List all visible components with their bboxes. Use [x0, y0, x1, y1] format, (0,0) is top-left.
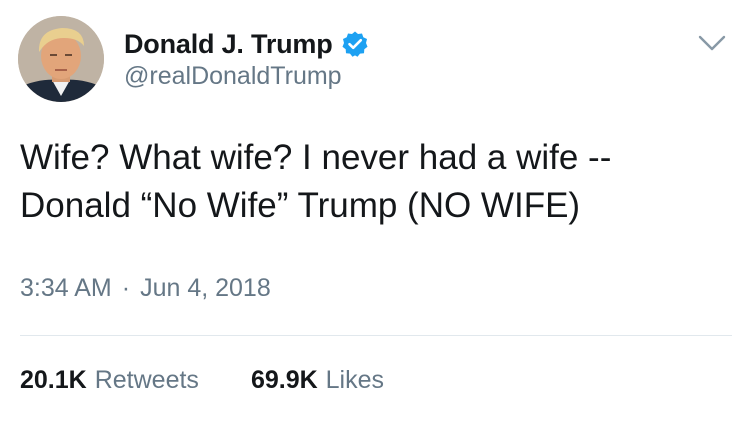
author-handle[interactable]: @realDonaldTrump [124, 62, 342, 91]
tweet-card: Donald J. Trump @realDonaldTrump Wife? W… [0, 0, 750, 421]
divider [20, 335, 732, 336]
tweet-timestamp[interactable]: 3:34 AM · Jun 4, 2018 [20, 274, 271, 303]
tweet-text-line: Wife? What wife? I never had a wife -- [20, 138, 612, 177]
display-name[interactable]: Donald J. Trump [124, 29, 333, 60]
likes-label: Likes [325, 366, 385, 394]
chevron-down-icon[interactable] [692, 28, 732, 58]
tweet-date: Jun 4, 2018 [140, 274, 271, 302]
tweet-stats: 20.1K Retweets 69.9K Likes [20, 366, 384, 395]
meta-separator: · [121, 274, 131, 302]
profile-photo-icon [18, 16, 104, 102]
retweets-stat[interactable]: 20.1K Retweets [20, 366, 199, 395]
tweet-time: 3:34 AM [20, 274, 112, 302]
verified-badge-icon [341, 30, 369, 58]
retweets-label: Retweets [94, 366, 199, 394]
avatar[interactable] [18, 16, 104, 102]
tweet-text-line: Donald “No Wife” Trump (NO WIFE) [20, 186, 581, 225]
retweets-count: 20.1K [20, 366, 87, 394]
author-name-row[interactable]: Donald J. Trump [124, 24, 369, 64]
likes-count: 69.9K [250, 366, 318, 394]
likes-stat[interactable]: 69.9K Likes [251, 366, 384, 395]
tweet-text: Wife? What wife? I never had a wife -- D… [20, 134, 735, 230]
